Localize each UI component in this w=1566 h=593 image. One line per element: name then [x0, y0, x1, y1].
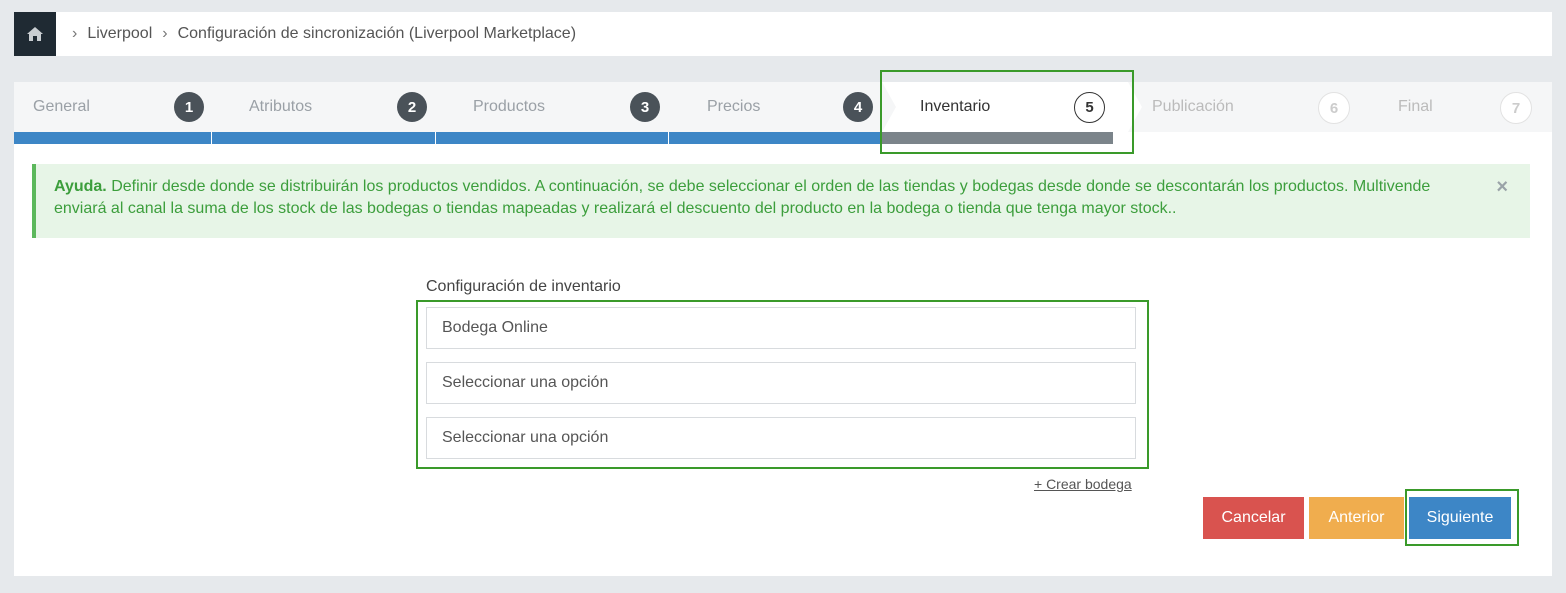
progress-bar-general: [14, 132, 211, 144]
warehouse-select-2[interactable]: Seleccionar una opción: [426, 362, 1136, 404]
step-label: Productos: [473, 98, 546, 115]
step-number: 4: [843, 92, 873, 122]
step-general[interactable]: General 1: [14, 82, 212, 132]
step-label: Publicación: [1152, 98, 1234, 115]
step-number: 7: [1500, 92, 1532, 124]
breadcrumb-separator: ›: [162, 25, 168, 42]
step-divider: [1372, 82, 1386, 132]
step-label: General: [33, 98, 90, 115]
progress-bar-inventario: [882, 132, 1113, 144]
step-divider: [1128, 82, 1142, 132]
step-number: 6: [1318, 92, 1350, 124]
home-button[interactable]: [14, 12, 56, 56]
step-productos[interactable]: Productos 3: [436, 82, 669, 132]
step-label: Precios: [707, 98, 761, 115]
warehouse-select-1[interactable]: Bodega Online: [426, 307, 1136, 349]
inventory-config-label: Configuración de inventario: [426, 278, 621, 295]
alert-title: Ayuda.: [54, 178, 107, 195]
previous-button[interactable]: Anterior: [1309, 497, 1404, 539]
step-divider: [882, 82, 896, 132]
home-icon: [27, 27, 43, 41]
breadcrumb-separator: ›: [72, 25, 78, 42]
progress-bar-productos: [436, 132, 668, 144]
create-warehouse-link[interactable]: + Crear bodega: [1034, 476, 1132, 492]
warehouse-select-3[interactable]: Seleccionar una opción: [426, 417, 1136, 459]
step-number: 3: [630, 92, 660, 122]
progress-bar-precios: [669, 132, 882, 144]
alert-text: Definir desde donde se distribuirán los …: [54, 178, 1431, 217]
cancel-button[interactable]: Cancelar: [1203, 497, 1304, 539]
help-alert: Ayuda. Definir desde donde se distribuir…: [32, 164, 1530, 238]
breadcrumb: › Liverpool › Configuración de sincroniz…: [14, 12, 1552, 56]
breadcrumb-item-liverpool[interactable]: Liverpool: [87, 25, 152, 43]
step-label: Final: [1398, 98, 1433, 115]
step-label: Atributos: [249, 98, 313, 115]
close-icon[interactable]: ×: [1496, 176, 1508, 198]
step-number: 1: [174, 92, 204, 122]
next-button[interactable]: Siguiente: [1409, 497, 1511, 539]
step-label: Inventario: [920, 98, 991, 115]
step-precios[interactable]: Precios 4: [669, 82, 882, 132]
progress-bar-atributos: [212, 132, 435, 144]
step-final[interactable]: Final 7: [1372, 82, 1552, 132]
breadcrumb-item-config: Configuración de sincronización (Liverpo…: [177, 25, 577, 42]
step-publicacion[interactable]: Publicación 6: [1128, 82, 1372, 132]
step-number: 5: [1074, 92, 1105, 123]
wizard-steps: General 1 Atributos 2 Productos 3 Precio…: [14, 82, 1552, 144]
main-panel: Ayuda. Definir desde donde se distribuir…: [14, 144, 1552, 576]
step-atributos[interactable]: Atributos 2: [212, 82, 436, 132]
step-number: 2: [397, 92, 427, 122]
step-inventario[interactable]: Inventario 5: [882, 82, 1128, 132]
